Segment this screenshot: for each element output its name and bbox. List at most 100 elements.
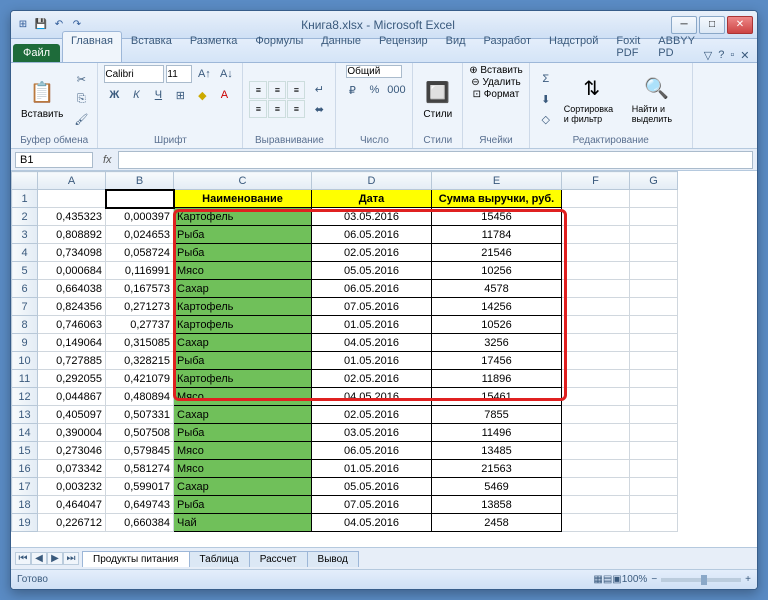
fill-icon[interactable]: ⬇ (536, 90, 556, 108)
table-row[interactable]: 190,2267120,660384Чай04.05.20162458 (12, 514, 678, 532)
name-box[interactable] (15, 152, 93, 168)
view-pagebreak-icon[interactable]: ▣ (612, 574, 621, 585)
row-header-6[interactable]: 6 (12, 280, 38, 298)
ribbon-tab-ABBYY PD[interactable]: ABBYY PD (649, 31, 704, 62)
col-header-E[interactable]: E (432, 172, 562, 190)
zoom-control[interactable]: 100% − + (622, 574, 751, 585)
row-header-10[interactable]: 10 (12, 352, 38, 370)
table-row[interactable]: 60,6640380,167573Сахар06.05.20164578 (12, 280, 678, 298)
row-header-12[interactable]: 12 (12, 388, 38, 406)
row-header-7[interactable]: 7 (12, 298, 38, 316)
ribbon-options-icon[interactable]: ▫ (730, 49, 734, 62)
view-layout-icon[interactable]: ▤ (603, 574, 612, 585)
sort-filter-button[interactable]: ⇅ Сортировка и фильтр (560, 72, 624, 126)
row-header-13[interactable]: 13 (12, 406, 38, 424)
table-row[interactable]: 80,7460630,27737Картофель01.05.201610526 (12, 316, 678, 334)
underline-icon[interactable]: Ч (148, 86, 168, 104)
font-size-select[interactable] (166, 65, 192, 83)
table-row[interactable]: 90,1490640,315085Сахар04.05.20163256 (12, 334, 678, 352)
selected-cell[interactable] (106, 190, 174, 208)
row-header-11[interactable]: 11 (12, 370, 38, 388)
table-row[interactable]: 160,0733420,581274Мясо01.05.201621563 (12, 460, 678, 478)
table-row[interactable]: 150,2730460,579845Мясо06.05.201613485 (12, 442, 678, 460)
help-icon[interactable]: ? (718, 49, 724, 62)
sheet-tab-0[interactable]: Продукты питания (82, 551, 190, 567)
header-sum[interactable]: Сумма выручки, руб. (432, 190, 562, 208)
delete-cells-button[interactable]: ⊖ Удалить (471, 77, 520, 88)
italic-icon[interactable]: К (126, 86, 146, 104)
wrap-text-icon[interactable]: ↵ (309, 80, 329, 98)
ribbon-tab-Вставка[interactable]: Вставка (122, 31, 181, 62)
row-header-5[interactable]: 5 (12, 262, 38, 280)
grow-font-icon[interactable]: A↑ (194, 65, 214, 83)
col-header-C[interactable]: C (174, 172, 312, 190)
ribbon-tab-Главная[interactable]: Главная (62, 31, 122, 62)
alignment-buttons[interactable]: ≡≡≡≡≡≡ (249, 81, 305, 118)
number-format-select[interactable] (346, 65, 402, 78)
bold-icon[interactable]: Ж (104, 86, 124, 104)
table-row[interactable]: 170,0032320,599017Сахар05.05.20165469 (12, 478, 678, 496)
zoom-slider[interactable] (661, 578, 741, 582)
table-row[interactable]: 50,0006840,116991Мясо05.05.201610256 (12, 262, 678, 280)
select-all-cell[interactable] (12, 172, 38, 190)
ribbon-tab-Надстрой[interactable]: Надстрой (540, 31, 607, 62)
row-header-16[interactable]: 16 (12, 460, 38, 478)
fx-icon[interactable]: fx (97, 154, 118, 166)
spreadsheet-grid[interactable]: ABCDEFG1НаименованиеДатаСумма выручки, р… (11, 171, 757, 547)
col-header-D[interactable]: D (312, 172, 432, 190)
autosum-icon[interactable]: Σ (536, 70, 556, 88)
cut-icon[interactable]: ✂ (71, 70, 91, 88)
row-header-4[interactable]: 4 (12, 244, 38, 262)
currency-icon[interactable]: ₽ (342, 81, 362, 99)
ribbon-tab-Формулы[interactable]: Формулы (246, 31, 312, 62)
font-color-icon[interactable]: A (214, 86, 234, 104)
shrink-font-icon[interactable]: A↓ (216, 65, 236, 83)
fill-color-icon[interactable]: ◆ (192, 86, 212, 104)
row-header-8[interactable]: 8 (12, 316, 38, 334)
styles-button[interactable]: 🔲 Стили (419, 77, 456, 122)
sheet-tab-3[interactable]: Вывод (307, 551, 359, 567)
ribbon-tab-Вид[interactable]: Вид (437, 31, 475, 62)
row-header-18[interactable]: 18 (12, 496, 38, 514)
col-header-B[interactable]: B (106, 172, 174, 190)
table-row[interactable]: 30,8088920,024653Рыба06.05.201611784 (12, 226, 678, 244)
ribbon-tab-Разработ[interactable]: Разработ (475, 31, 540, 62)
ribbon-tab-Данные[interactable]: Данные (312, 31, 370, 62)
col-header-A[interactable]: A (38, 172, 106, 190)
percent-icon[interactable]: % (364, 81, 384, 99)
format-painter-icon[interactable]: 🖌 (71, 110, 91, 128)
find-select-button[interactable]: 🔍 Найти и выделить (628, 72, 686, 126)
row-header-19[interactable]: 19 (12, 514, 38, 532)
table-row[interactable]: 180,4640470,649743Рыба07.05.201613858 (12, 496, 678, 514)
ribbon-tab-Foxit PDF[interactable]: Foxit PDF (607, 31, 649, 62)
row-header-1[interactable]: 1 (12, 190, 38, 208)
border-icon[interactable]: ⊞ (170, 86, 190, 104)
ribbon-tab-Разметка[interactable]: Разметка (181, 31, 247, 62)
format-cells-button[interactable]: ⊡ Формат (473, 89, 520, 100)
row-header-14[interactable]: 14 (12, 424, 38, 442)
table-row[interactable]: 130,4050970,507331Сахар02.05.20167855 (12, 406, 678, 424)
header-date[interactable]: Дата (312, 190, 432, 208)
row-header-15[interactable]: 15 (12, 442, 38, 460)
view-normal-icon[interactable]: ▦ (593, 574, 602, 585)
table-row[interactable]: 100,7278850,328215Рыба01.05.201617456 (12, 352, 678, 370)
paste-button[interactable]: 📋 Вставить (17, 77, 67, 122)
table-row[interactable]: 70,8243560,271273Картофель07.05.20161425… (12, 298, 678, 316)
copy-icon[interactable]: ⎘ (71, 90, 91, 108)
ribbon-tab-Рецензир[interactable]: Рецензир (370, 31, 437, 62)
header-name[interactable]: Наименование (174, 190, 312, 208)
insert-cells-button[interactable]: ⊕ Вставить (469, 65, 523, 76)
table-row[interactable]: 120,0448670,480894Мясо04.05.201615461 (12, 388, 678, 406)
zoom-in-icon[interactable]: + (745, 574, 751, 585)
table-row[interactable]: 20,4353230,000397Картофель03.05.20161545… (12, 208, 678, 226)
table-row[interactable]: 110,2920550,421079Картофель02.05.2016118… (12, 370, 678, 388)
comma-icon[interactable]: 000 (386, 81, 406, 99)
formula-bar[interactable] (118, 151, 753, 169)
font-name-select[interactable] (104, 65, 164, 83)
sheet-tab-1[interactable]: Таблица (189, 551, 250, 567)
close-button[interactable]: ✕ (727, 16, 753, 34)
close-workbook-icon[interactable]: ✕ (740, 49, 749, 62)
minimize-ribbon-icon[interactable]: ▽ (704, 49, 712, 62)
row-header-2[interactable]: 2 (12, 208, 38, 226)
file-tab[interactable]: Файл (13, 44, 60, 62)
